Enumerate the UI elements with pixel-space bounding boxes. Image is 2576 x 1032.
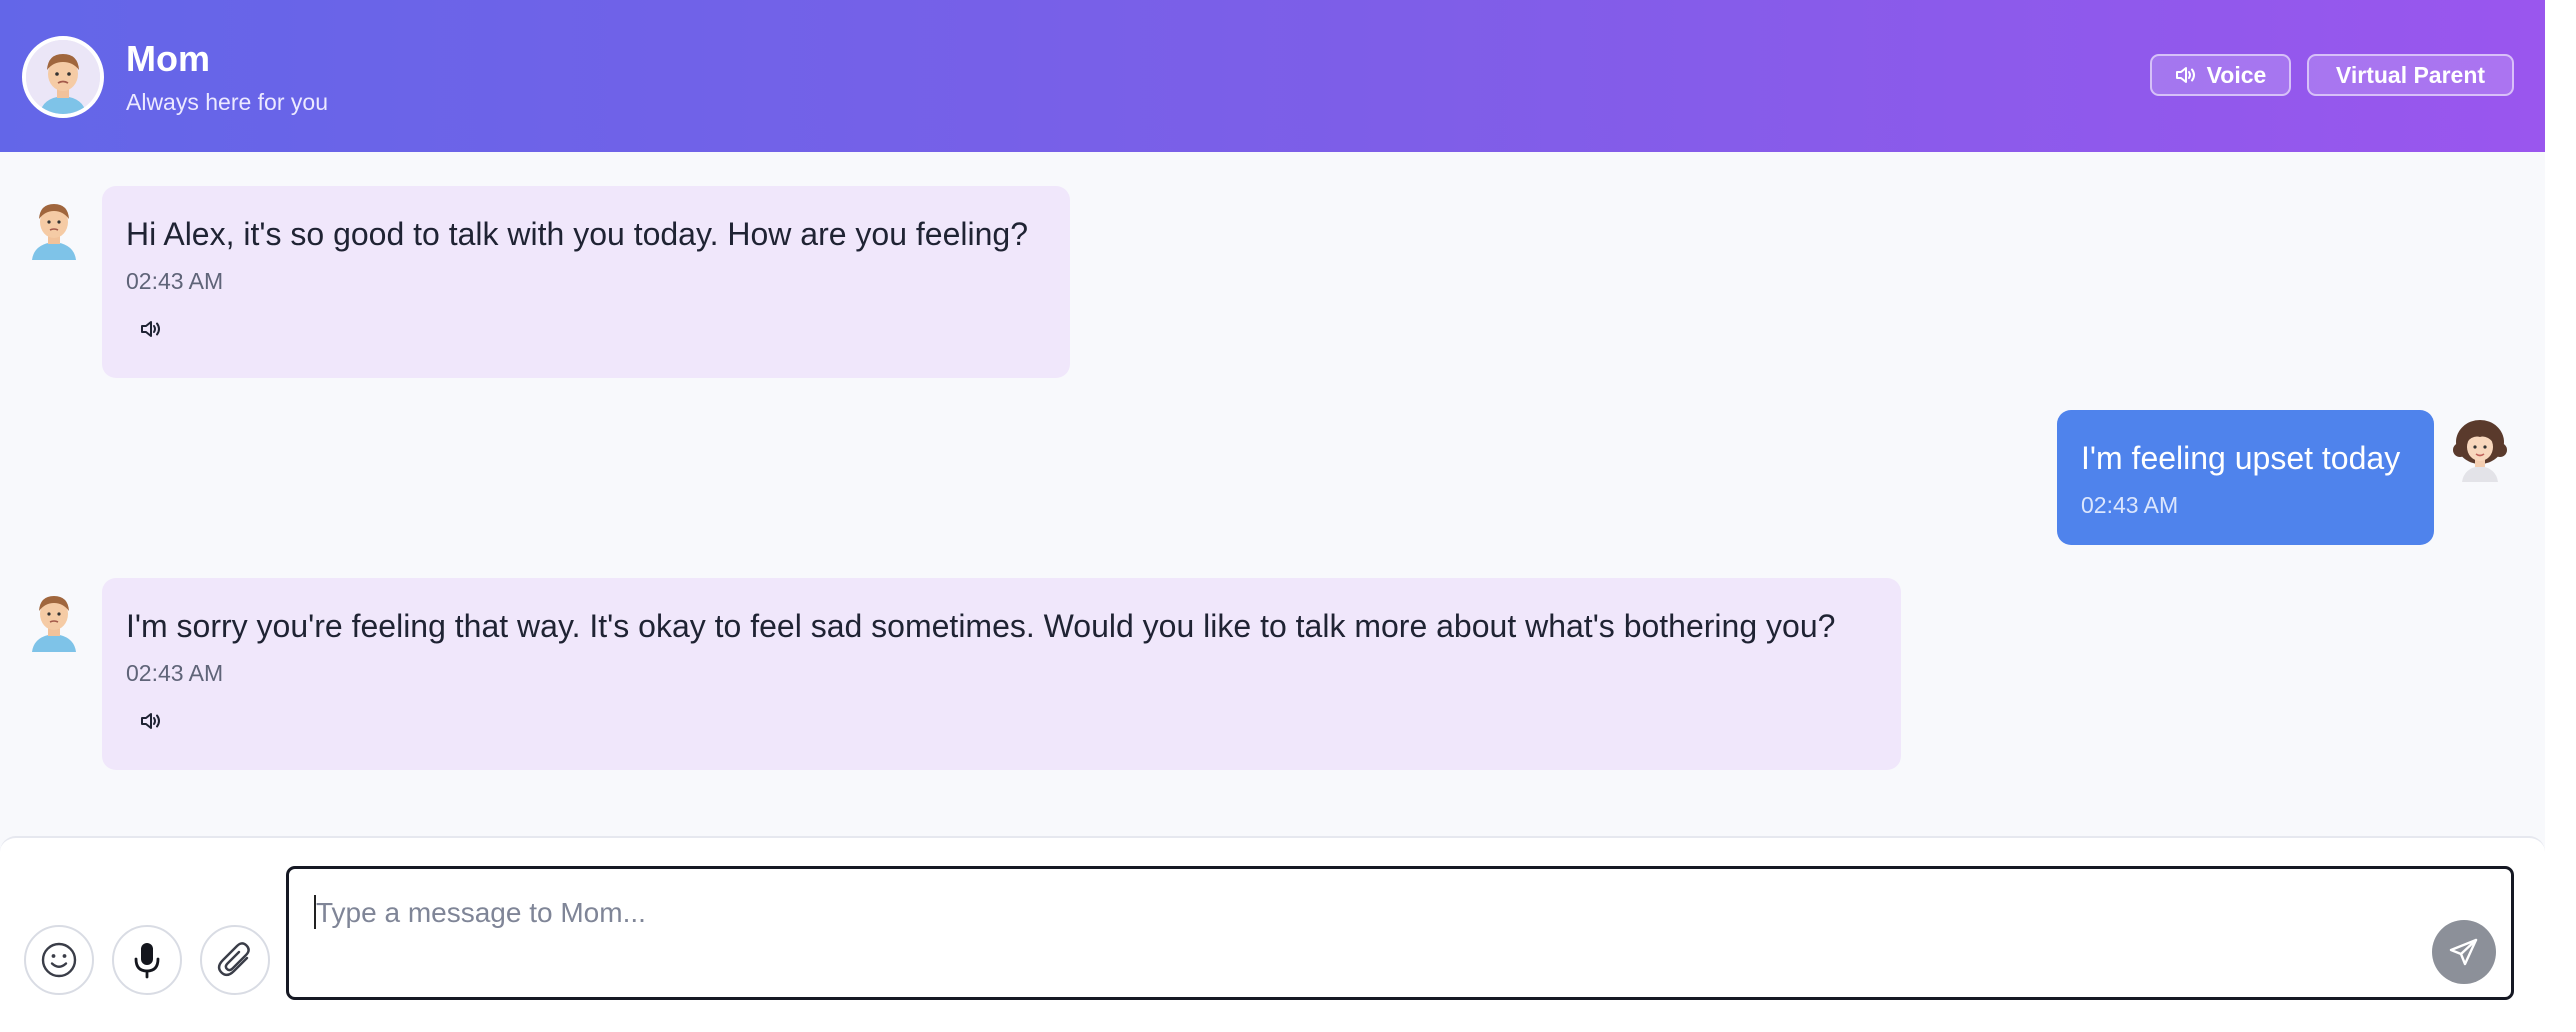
attach-button[interactable] xyxy=(200,925,270,995)
virtual-parent-button[interactable]: Virtual Parent xyxy=(2307,54,2514,96)
message-timestamp: 02:43 AM xyxy=(126,268,224,294)
user-message-avatar xyxy=(2452,418,2508,482)
send-icon xyxy=(2449,938,2478,966)
mom-avatar-icon xyxy=(32,596,76,652)
virtual-parent-label: Virtual Parent xyxy=(2335,61,2486,88)
speaker-icon xyxy=(141,321,160,337)
emoji-button[interactable] xyxy=(24,925,94,995)
voice-button-label: Voice xyxy=(2206,61,2267,88)
message-text: I'm feeling upset today xyxy=(2081,440,2401,476)
contact-name: Mom xyxy=(126,38,210,79)
scrollbar-gutter xyxy=(2545,0,2576,1032)
message-timestamp: 02:43 AM xyxy=(2081,492,2179,518)
microphone-button[interactable] xyxy=(112,925,182,995)
chat-app: Mom Always here for you Voice Virtual Pa… xyxy=(0,0,2545,1032)
send-button[interactable] xyxy=(2432,920,2496,984)
speaker-icon xyxy=(2175,67,2195,83)
mom-message-avatar xyxy=(26,196,82,260)
user-avatar-icon xyxy=(2453,420,2507,482)
message-bubble-incoming: I'm sorry you're feeling that way. It's … xyxy=(102,578,1901,770)
smiley-icon xyxy=(41,942,77,978)
paperclip-icon xyxy=(217,942,250,977)
message-bubble-outgoing: I'm feeling upset today 02:43 AM xyxy=(2057,410,2434,545)
contact-status: Always here for you xyxy=(126,89,328,115)
speaker-icon xyxy=(141,713,160,729)
message-text: I'm sorry you're feeling that way. It's … xyxy=(126,608,1836,644)
text-caret xyxy=(314,895,316,929)
mom-avatar[interactable] xyxy=(22,36,104,118)
mom-avatar-icon xyxy=(26,40,100,114)
play-message-button[interactable] xyxy=(136,316,166,342)
message-timestamp: 02:43 AM xyxy=(126,660,224,686)
chat-header: Mom Always here for you Voice Virtual Pa… xyxy=(0,0,2545,152)
message-input[interactable] xyxy=(286,866,2514,1000)
microphone-icon xyxy=(134,943,160,979)
play-message-button[interactable] xyxy=(136,708,166,734)
message-bubble-incoming: Hi Alex, it's so good to talk with you t… xyxy=(102,186,1070,378)
message-text: Hi Alex, it's so good to talk with you t… xyxy=(126,216,1028,252)
mom-avatar-icon xyxy=(32,204,76,260)
voice-button[interactable]: Voice xyxy=(2150,54,2291,96)
mom-message-avatar xyxy=(26,588,82,652)
